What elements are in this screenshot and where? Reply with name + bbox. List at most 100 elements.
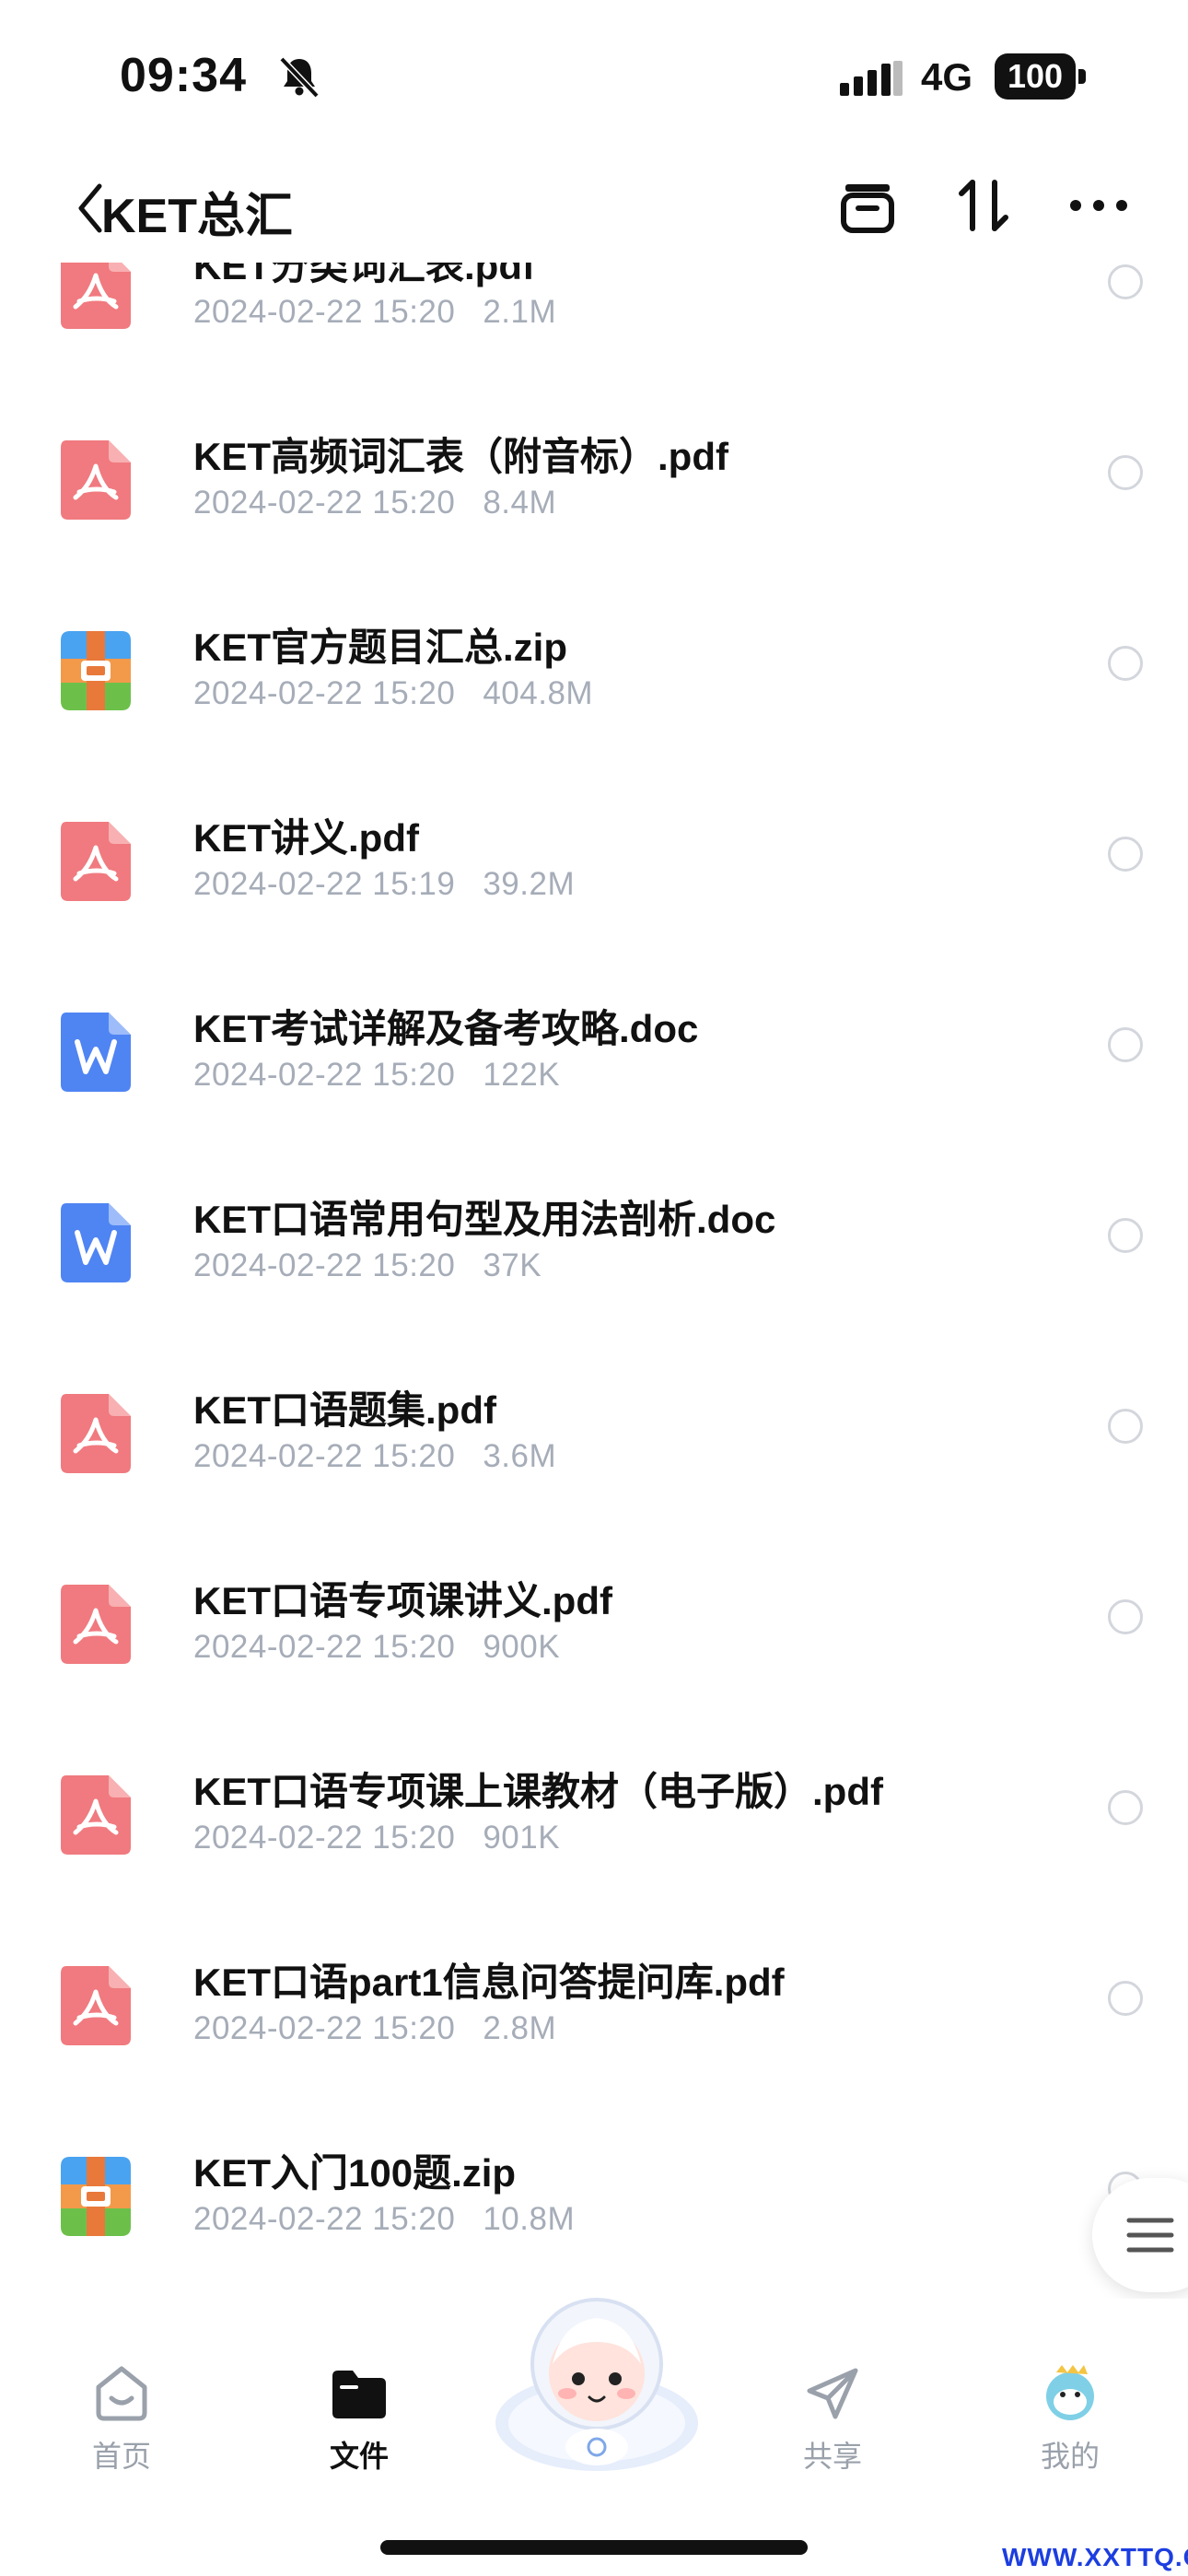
file-meta: 2024-02-22 15:20 901K (193, 1820, 560, 1856)
tab-label: 我的 (1040, 2440, 1100, 2473)
select-radio-icon[interactable] (1108, 1599, 1143, 1634)
file-row[interactable]: KET入门100题.zip 2024-02-22 15:20 10.8M (0, 2125, 1188, 2299)
file-date: 2024-02-22 15:20 (193, 675, 456, 711)
file-size: 2.8M (483, 2010, 557, 2046)
file-name: KET讲义.pdf (193, 816, 419, 860)
file-meta: 2024-02-22 15:20 8.4M (193, 485, 556, 521)
file-meta: 2024-02-22 15:20 37K (193, 1247, 542, 1284)
pdf-file-icon (61, 1394, 131, 1473)
back-icon[interactable] (74, 181, 105, 236)
pdf-file-icon (61, 1966, 131, 2045)
tab-mine[interactable]: 我的 (996, 2363, 1144, 2476)
file-row[interactable]: KET口语专项课上课教材（电子版）.pdf 2024-02-22 15:20 90… (0, 1744, 1188, 1935)
file-row[interactable]: KET高频词汇表（附音标）.pdf 2024-02-22 15:20 8.4M (0, 409, 1188, 600)
word-file-icon (61, 1203, 131, 1282)
avatar-icon (1046, 2365, 1094, 2420)
status-time: 09:34 (120, 49, 247, 102)
status-bar: 09:34 4G 100 (0, 0, 1188, 157)
file-name: KET口语常用句型及用法剖析.doc (193, 1198, 776, 1241)
file-meta: 2024-02-22 15:20 2.8M (193, 2010, 556, 2047)
file-row[interactable]: KET口语专项课讲义.pdf 2024-02-22 15:20 900K (0, 1553, 1188, 1744)
file-row[interactable]: KET口语常用句型及用法剖析.doc 2024-02-22 15:20 37K (0, 1172, 1188, 1363)
pdf-file-icon (61, 1585, 131, 1664)
file-date: 2024-02-22 15:20 (193, 1438, 456, 1474)
file-date: 2024-02-22 15:20 (193, 2010, 456, 2046)
file-date: 2024-02-22 15:20 (193, 1820, 456, 1856)
pdf-file-icon (61, 1775, 131, 1855)
select-radio-icon[interactable] (1108, 1409, 1143, 1444)
page-title: KET总汇 (101, 190, 294, 243)
archive-icon[interactable] (838, 177, 897, 236)
select-radio-icon[interactable] (1108, 264, 1143, 299)
send-icon (807, 2368, 858, 2419)
tab-share[interactable]: 共享 (759, 2363, 906, 2476)
select-radio-icon[interactable] (1108, 646, 1143, 681)
battery-level: 100 (1007, 57, 1064, 95)
select-radio-icon[interactable] (1108, 837, 1143, 872)
sort-icon[interactable] (956, 175, 1011, 236)
select-radio-icon[interactable] (1108, 455, 1143, 490)
watermark: WWW.XXTTQ.COM (1002, 2543, 1188, 2571)
select-radio-icon[interactable] (1108, 1790, 1143, 1825)
folder-icon (332, 2371, 386, 2418)
tab-label: 共享 (802, 2440, 862, 2473)
file-name: KET口语专项课上课教材（电子版）.pdf (193, 1770, 883, 1813)
more-icon[interactable] (1068, 193, 1129, 217)
nav-bar: KET总汇 (0, 157, 1188, 263)
menu-icon (1126, 2218, 1174, 2253)
network-label: 4G (921, 55, 973, 99)
select-radio-icon[interactable] (1108, 1027, 1143, 1062)
file-list: KET分类词汇表.pdf 2024-02-22 15:20 2.1M KET高频词… (0, 235, 1188, 2299)
tab-label: 文件 (329, 2440, 389, 2473)
file-meta: 2024-02-22 15:20 3.6M (193, 1438, 556, 1475)
signal-icon (840, 61, 903, 96)
file-meta: 2024-02-22 15:19 39.2M (193, 866, 575, 903)
file-size: 10.8M (483, 2201, 576, 2237)
zip-file-icon (61, 2157, 131, 2236)
file-meta: 2024-02-22 15:20 404.8M (193, 675, 593, 712)
file-name: KET考试详解及备考攻略.doc (193, 1007, 699, 1050)
word-file-icon (61, 1013, 131, 1092)
file-date: 2024-02-22 15:19 (193, 866, 456, 902)
file-meta: 2024-02-22 15:20 122K (193, 1057, 560, 1094)
zip-file-icon (61, 631, 131, 710)
file-date: 2024-02-22 15:20 (193, 1247, 456, 1283)
file-size: 3.6M (483, 1438, 557, 1474)
file-size: 39.2M (483, 866, 576, 902)
assistant-mascot-button[interactable] (488, 2285, 705, 2478)
file-size: 122K (483, 1057, 561, 1093)
file-row[interactable]: KET官方题目汇总.zip 2024-02-22 15:20 404.8M (0, 600, 1188, 790)
file-row[interactable]: KET考试详解及备考攻略.doc 2024-02-22 15:20 122K (0, 981, 1188, 1172)
bell-muted-icon (279, 56, 320, 99)
home-indicator (380, 2540, 808, 2555)
select-radio-icon[interactable] (1108, 1218, 1143, 1253)
file-meta: 2024-02-22 15:20 2.1M (193, 294, 556, 331)
file-row[interactable]: KET口语part1信息问答提问库.pdf 2024-02-22 15:20 2.… (0, 1935, 1188, 2125)
file-size: 901K (483, 1820, 561, 1856)
file-meta: 2024-02-22 15:20 10.8M (193, 2201, 575, 2238)
tab-home[interactable]: 首页 (48, 2363, 195, 2476)
file-meta: 2024-02-22 15:20 900K (193, 1629, 560, 1666)
file-date: 2024-02-22 15:20 (193, 485, 456, 521)
file-row[interactable]: KET口语题集.pdf 2024-02-22 15:20 3.6M (0, 1363, 1188, 1553)
tab-files[interactable]: 文件 (285, 2363, 433, 2476)
file-row[interactable]: KET讲义.pdf 2024-02-22 15:19 39.2M (0, 790, 1188, 981)
file-size: 37K (483, 1247, 542, 1283)
home-icon (96, 2366, 147, 2421)
tab-label: 首页 (91, 2440, 151, 2473)
page: 09:34 4G 100 KET总汇 KET分类词汇表.pdf 2024-02-… (0, 0, 1188, 2576)
pdf-file-icon (61, 440, 131, 520)
file-date: 2024-02-22 15:20 (193, 2201, 456, 2237)
file-date: 2024-02-22 15:20 (193, 294, 456, 330)
file-size: 8.4M (483, 485, 557, 521)
select-radio-icon[interactable] (1108, 1981, 1143, 2016)
file-size: 2.1M (483, 294, 557, 330)
file-size: 900K (483, 1629, 561, 1665)
file-date: 2024-02-22 15:20 (193, 1629, 456, 1665)
file-size: 404.8M (483, 675, 594, 711)
file-name: KET口语专项课讲义.pdf (193, 1579, 612, 1622)
file-name: KET口语part1信息问答提问库.pdf (193, 1961, 785, 2004)
battery-icon: 100 (995, 53, 1087, 100)
file-name: KET口语题集.pdf (193, 1388, 496, 1432)
file-name: KET官方题目汇总.zip (193, 626, 567, 669)
